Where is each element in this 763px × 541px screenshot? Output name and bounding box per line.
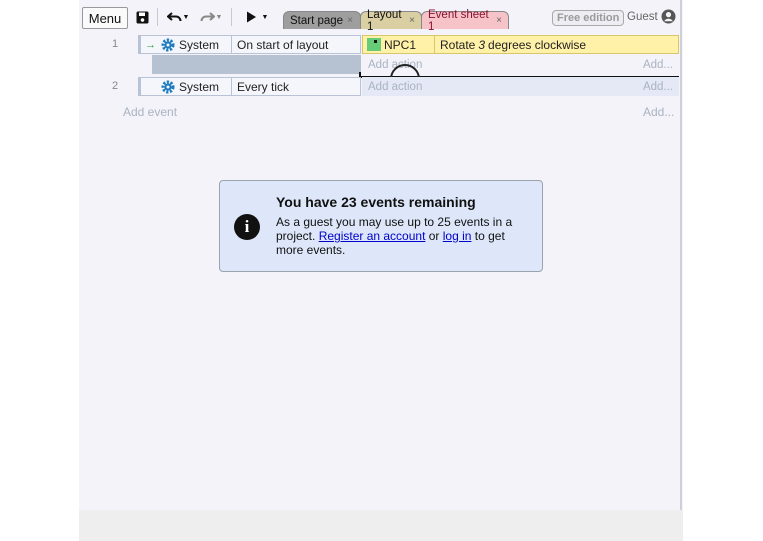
toolbar-separator: [231, 8, 232, 26]
toolbar-separator: [157, 8, 158, 26]
event-block-1-sub-area: [152, 55, 361, 74]
caret-down-icon[interactable]: ▼: [183, 14, 190, 21]
action-text-part: Rotate: [440, 37, 476, 52]
add-action-link[interactable]: Add action: [368, 81, 422, 93]
action-parameter: 3: [478, 37, 486, 52]
event-block-1-condition[interactable]: → System On start of layout: [138, 35, 361, 54]
action-text-part: degrees clockwise: [488, 37, 587, 52]
event-number: 2: [112, 80, 119, 92]
tab-label: Layout 1: [367, 8, 402, 33]
free-edition-badge[interactable]: Free edition: [552, 10, 625, 26]
save-button[interactable]: [134, 7, 150, 27]
event-number: 1: [112, 38, 119, 50]
toolbar: Menu ▼ ▼ ▼ Start page × Layout 1 × Event…: [79, 0, 683, 34]
tab-label: Event sheet 1: [428, 8, 489, 33]
redo-button[interactable]: ▼: [197, 7, 225, 27]
add-action-menu[interactable]: Add...: [643, 59, 673, 71]
action-text: Rotate 3 degrees clockwise: [434, 35, 586, 54]
guest-label[interactable]: Guest: [627, 11, 658, 23]
gear-icon: [161, 80, 175, 93]
login-link[interactable]: log in: [443, 229, 472, 243]
close-icon[interactable]: ×: [409, 15, 415, 26]
notice-body: As a guest you may use up to 25 events i…: [276, 215, 532, 257]
tab-event-sheet-1[interactable]: Event sheet 1 ×: [421, 9, 509, 33]
editor-frame: Menu ▼ ▼ ▼ Start page × Layout 1 × Event…: [79, 0, 683, 541]
add-action-menu[interactable]: Add...: [643, 81, 673, 93]
caret-down-icon[interactable]: ▼: [262, 14, 269, 21]
condition-text: On start of layout: [231, 35, 328, 54]
status-bar: [79, 510, 683, 541]
preview-button[interactable]: ▼: [242, 7, 272, 27]
tab-layout-1[interactable]: Layout 1 ×: [360, 9, 422, 33]
tab-label: Start page: [290, 14, 344, 27]
condition-object: System: [179, 37, 220, 52]
npc-sprite-icon: [367, 38, 381, 51]
condition-text: Every tick: [231, 77, 289, 96]
notice-text: or: [425, 229, 443, 243]
undo-button[interactable]: ▼: [165, 7, 191, 27]
floppy-disk-icon: [136, 11, 148, 23]
user-circle-icon[interactable]: [661, 9, 676, 24]
menu-button[interactable]: Menu: [82, 7, 128, 29]
event-block-1-action[interactable]: NPC1 Rotate 3 degrees clockwise: [362, 35, 679, 54]
close-icon[interactable]: ×: [496, 15, 502, 26]
add-action-row[interactable]: Add action Add...: [362, 77, 679, 96]
action-object: NPC1: [384, 37, 417, 52]
info-icon: i: [234, 214, 260, 240]
add-event-menu[interactable]: Add...: [643, 105, 674, 119]
gear-icon: [161, 38, 175, 51]
play-icon: [246, 11, 256, 23]
trigger-arrow-icon: →: [145, 38, 156, 51]
undo-icon: [166, 11, 182, 21]
register-link[interactable]: Register an account: [319, 229, 426, 243]
close-icon[interactable]: ×: [347, 15, 353, 26]
event-block-2-condition[interactable]: System Every tick: [138, 77, 361, 96]
frame-border: [680, 0, 682, 510]
events-remaining-notice: i You have 23 events remaining As a gues…: [219, 180, 543, 272]
condition-object: System: [179, 79, 220, 94]
caret-down-icon[interactable]: ▼: [216, 14, 223, 21]
add-event-link[interactable]: Add event: [123, 105, 177, 119]
redo-icon: [200, 11, 215, 21]
notice-title: You have 23 events remaining: [276, 194, 476, 210]
tab-start-page[interactable]: Start page ×: [283, 11, 361, 29]
